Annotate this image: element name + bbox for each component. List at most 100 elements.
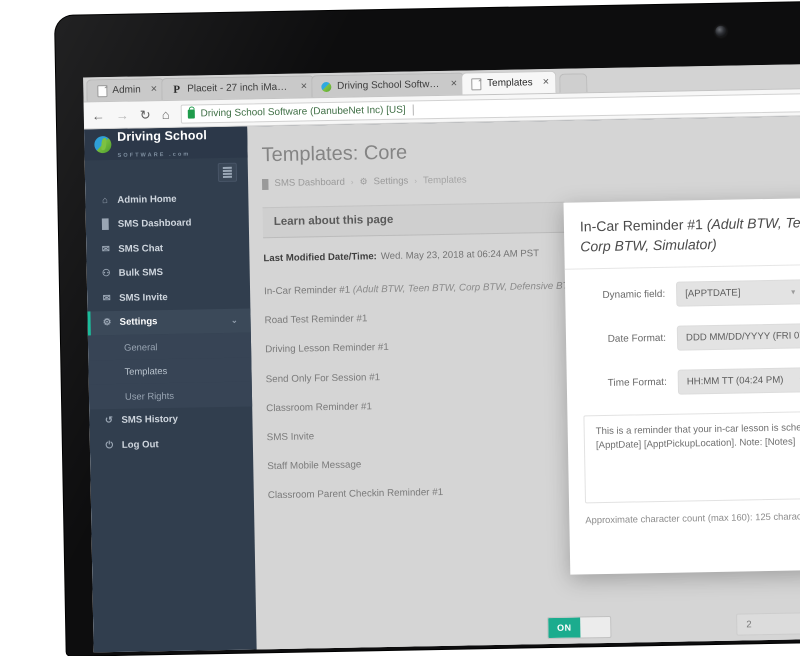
close-icon[interactable]: × bbox=[543, 77, 550, 88]
counter-value: 2 bbox=[746, 619, 752, 630]
template-name: Classroom Reminder #1 bbox=[266, 401, 372, 414]
time-format-value: HH:MM TT (04:24 PM) bbox=[687, 374, 784, 387]
lock-icon bbox=[187, 109, 194, 118]
history-icon: ↺ bbox=[103, 415, 114, 426]
sidebar-subitem-label: General bbox=[124, 341, 158, 353]
sidebar-item-sms-invite[interactable]: ✉ SMS Invite bbox=[87, 283, 250, 310]
address-cursor bbox=[413, 104, 414, 115]
home-icon: ⌂ bbox=[99, 195, 110, 206]
hamburger-icon[interactable] bbox=[218, 163, 237, 182]
new-tab-button[interactable] bbox=[559, 73, 587, 93]
template-name: Send Only For Session #1 bbox=[266, 372, 381, 385]
template-name: In-Car Reminder #1 bbox=[264, 285, 350, 298]
date-format-row: Date Format: DDD MM/DD/YYYY (FRI 07/01/2… bbox=[582, 321, 800, 352]
tab-label: Templates bbox=[487, 77, 533, 89]
sidebar-item-log-out[interactable]: ⏻ Log Out bbox=[90, 430, 253, 457]
page-icon bbox=[471, 78, 482, 89]
sidebar-item-label: SMS Dashboard bbox=[118, 218, 192, 230]
power-icon: ⏻ bbox=[104, 440, 115, 451]
bar-chart-icon: █ bbox=[262, 179, 269, 189]
on-off-toggle[interactable]: ON bbox=[547, 616, 611, 639]
template-name: Staff Mobile Message bbox=[267, 460, 361, 473]
dynamic-field-select[interactable]: [APPTDATE] ▾ bbox=[676, 279, 800, 306]
last-modified-label: Last Modified Date/Time: bbox=[263, 251, 377, 264]
bulk-sms-icon: ⚇ bbox=[101, 268, 112, 279]
monitor-frame: Admin × P Placeit - 27 inch iMac 20 × Dr… bbox=[55, 1, 800, 656]
message-textarea[interactable]: This is a reminder that your in-car less… bbox=[583, 409, 800, 503]
back-icon[interactable]: ← bbox=[92, 109, 105, 122]
time-format-select[interactable]: HH:MM TT (04:24 PM) ▾ bbox=[678, 367, 800, 394]
dynamic-field-value: [APPTDATE] bbox=[685, 287, 740, 299]
browser-tab-placeit[interactable]: P Placeit - 27 inch iMac 20 × bbox=[161, 75, 314, 100]
page-icon bbox=[96, 85, 107, 96]
close-icon[interactable]: × bbox=[301, 81, 308, 92]
sidebar-item-label: Log Out bbox=[122, 439, 159, 451]
sidebar-subitem-general[interactable]: General bbox=[88, 332, 251, 359]
browser-tab-templates[interactable]: Templates × bbox=[461, 71, 556, 95]
template-name: Road Test Reminder #1 bbox=[265, 314, 368, 327]
browser-tab-driving-school[interactable]: Driving School Software × bbox=[311, 73, 464, 98]
date-format-select[interactable]: DDD MM/DD/YYYY (FRI 07/01/2016) ▾ bbox=[677, 322, 800, 351]
template-name: Classroom Parent Checkin Reminder #1 bbox=[268, 487, 444, 501]
sidebar-item-label: Admin Home bbox=[117, 194, 176, 206]
breadcrumb-settings[interactable]: Settings bbox=[374, 176, 409, 188]
sidebar-item-sms-history[interactable]: ↺ SMS History bbox=[89, 406, 252, 433]
status-toggle-row: ON bbox=[547, 616, 611, 639]
forward-icon[interactable]: → bbox=[116, 108, 129, 121]
dynamic-field-row: Dynamic field: [APPTDATE] ▾ INSERT bbox=[581, 277, 800, 308]
sidebar-subitem-label: User Rights bbox=[125, 390, 174, 402]
toggle-on-label: ON bbox=[548, 617, 580, 638]
chevron-down-icon: ⌄ bbox=[231, 316, 238, 325]
close-icon[interactable]: × bbox=[451, 79, 458, 90]
bar-chart-icon: █ bbox=[100, 219, 111, 230]
application-viewport: Driving School SOFTWARE .com ⌂ Admin Hom… bbox=[84, 115, 800, 652]
browser-window: Admin × P Placeit - 27 inch iMac 20 × Dr… bbox=[83, 63, 800, 652]
sidebar: Driving School SOFTWARE .com ⌂ Admin Hom… bbox=[84, 126, 257, 652]
gear-icon: ⚙ bbox=[102, 317, 113, 328]
tab-label: Placeit - 27 inch iMac 20 bbox=[187, 82, 291, 95]
template-editor-dialog: In-Car Reminder #1 (Adult BTW, Teen BTW,… bbox=[564, 196, 800, 574]
brand-logo[interactable]: Driving School SOFTWARE .com bbox=[84, 126, 248, 160]
sidebar-item-label: SMS History bbox=[121, 414, 178, 426]
sidebar-item-settings[interactable]: ⚙ Settings ⌄ bbox=[87, 308, 250, 335]
sidebar-item-label: SMS Chat bbox=[118, 243, 163, 255]
site-identity-label: Driving School Software (DanubeNet Inc) … bbox=[200, 104, 405, 119]
date-format-label: Date Format: bbox=[582, 332, 677, 345]
counter-field[interactable]: 2 bbox=[736, 612, 800, 636]
time-format-row: Time Format: HH:MM TT (04:24 PM) ▾ bbox=[583, 365, 800, 396]
globe-icon bbox=[321, 81, 332, 92]
gear-icon: ⚙ bbox=[359, 176, 367, 187]
learn-about-page-panel[interactable]: Learn about this page bbox=[263, 202, 566, 239]
webcam-icon bbox=[715, 26, 726, 37]
sidebar-subitem-user-rights[interactable]: User Rights bbox=[89, 381, 252, 408]
sidebar-subitem-templates[interactable]: Templates bbox=[88, 357, 251, 384]
dynamic-field-label: Dynamic field: bbox=[581, 288, 676, 301]
invite-icon: ✉ bbox=[101, 293, 112, 304]
reload-icon[interactable]: ↻ bbox=[140, 108, 151, 121]
tab-label: Driving School Software bbox=[337, 79, 441, 92]
breadcrumb-separator: › bbox=[414, 176, 417, 185]
sidebar-item-admin-home[interactable]: ⌂ Admin Home bbox=[85, 185, 248, 212]
close-icon[interactable]: × bbox=[151, 84, 158, 95]
breadcrumb: █ SMS Dashboard › ⚙ Settings › Templates bbox=[262, 167, 800, 189]
placeit-p-icon: P bbox=[171, 84, 182, 95]
sidebar-collapse-row bbox=[85, 157, 248, 188]
template-name: SMS Invite bbox=[267, 431, 315, 443]
page-title: Templates: Core bbox=[261, 133, 800, 167]
dialog-title-main: In-Car Reminder #1 bbox=[580, 216, 703, 234]
home-icon[interactable]: ⌂ bbox=[162, 107, 170, 120]
dialog-body: Dynamic field: [APPTDATE] ▾ INSERT Date … bbox=[565, 263, 800, 525]
breadcrumb-sms-dashboard[interactable]: SMS Dashboard bbox=[274, 177, 345, 189]
dialog-header: In-Car Reminder #1 (Adult BTW, Teen BTW,… bbox=[564, 196, 800, 269]
sidebar-item-sms-chat[interactable]: ✉ SMS Chat bbox=[86, 234, 249, 261]
sidebar-item-sms-dashboard[interactable]: █ SMS Dashboard bbox=[86, 210, 249, 237]
last-modified-value: Wed. May 23, 2018 at 06:24 AM PST bbox=[381, 248, 539, 262]
chevron-down-icon: ▾ bbox=[790, 375, 800, 384]
browser-tab-admin[interactable]: Admin × bbox=[86, 78, 164, 101]
sidebar-item-label: Bulk SMS bbox=[119, 267, 163, 279]
template-name: Driving Lesson Reminder #1 bbox=[265, 342, 389, 355]
character-count-label: Approximate character count (max 160): 1… bbox=[585, 508, 800, 525]
date-format-value: DDD MM/DD/YYYY (FRI 07/01/2016) bbox=[686, 329, 800, 343]
sidebar-item-bulk-sms[interactable]: ⚇ Bulk SMS bbox=[87, 259, 250, 286]
brand-tagline: SOFTWARE .com bbox=[118, 151, 191, 158]
